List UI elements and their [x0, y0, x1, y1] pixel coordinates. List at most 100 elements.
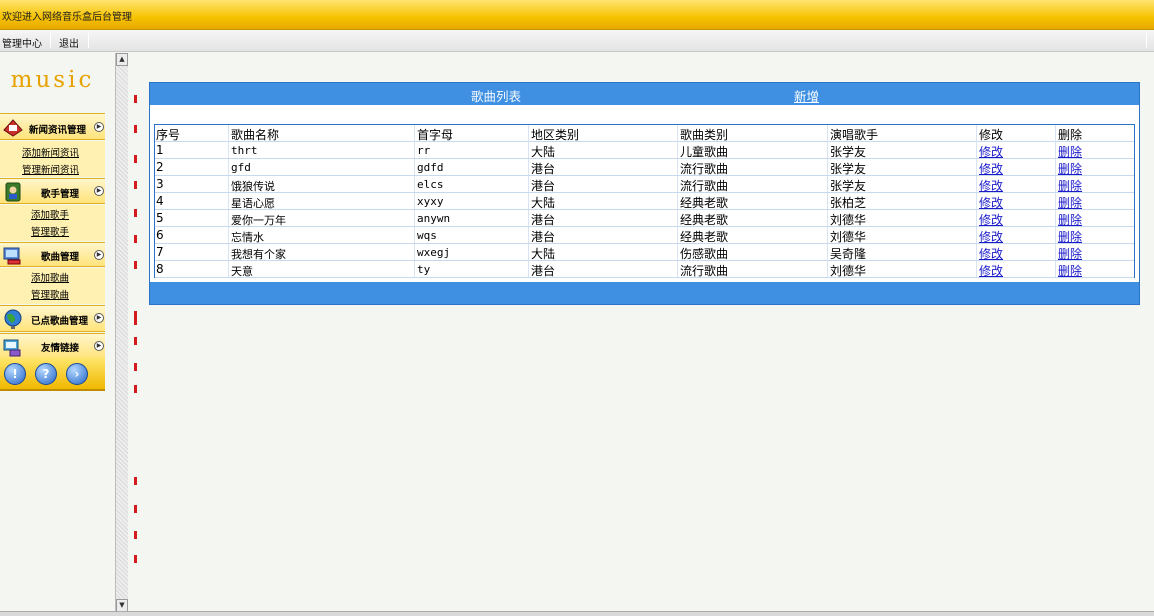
sidebar-link-add-song[interactable]: 添加歌曲	[31, 270, 69, 284]
menu-admin-center[interactable]: 管理中心	[2, 35, 42, 50]
sidebar-link-manage-news[interactable]: 管理新闻资讯	[22, 162, 79, 176]
menu-separator	[88, 33, 89, 48]
sidebar-section-songs[interactable]: 歌曲管理 ▶	[0, 242, 105, 267]
cell-initials: anywn	[417, 212, 451, 225]
song-icon	[3, 247, 21, 265]
menu-logout[interactable]: 退出	[59, 35, 79, 50]
chevron-right-icon[interactable]: ▶	[94, 313, 104, 323]
forward-icon[interactable]: ›	[66, 363, 88, 385]
decoration-mark	[134, 363, 137, 371]
cell-id: 4	[156, 194, 164, 208]
cell-initials: xyxy	[417, 195, 444, 208]
cell-id: 8	[156, 262, 164, 276]
cell-song-name: gfd	[231, 161, 251, 174]
table-header-row: 序号 歌曲名称 首字母 地区类别 歌曲类别 演唱歌手 修改 删除	[155, 125, 1134, 142]
cell-category: 儿童歌曲	[680, 145, 729, 159]
delete-link[interactable]: 删除	[1058, 194, 1082, 211]
delete-link[interactable]: 删除	[1058, 228, 1082, 245]
cell-initials: wqs	[417, 229, 437, 242]
cell-id: 7	[156, 245, 164, 259]
edit-link[interactable]: 修改	[979, 245, 1003, 262]
decoration-mark	[134, 209, 137, 217]
sidebar-section-news[interactable]: 新闻资讯管理 ▶	[0, 113, 105, 140]
decoration-mark	[134, 477, 137, 485]
sidebar-link-add-singer[interactable]: 添加歌手	[31, 207, 69, 221]
chevron-right-icon[interactable]: ▶	[94, 122, 104, 132]
frame-scrollbar[interactable]: ▲ ▼	[115, 53, 128, 612]
cell-region: 港台	[531, 213, 556, 227]
table-row: 5 爱你一万年 anywn 港台 经典老歌 刘德华 修改 删除	[155, 210, 1134, 227]
cell-song-name: 忘情水	[231, 231, 264, 244]
cell-category: 流行歌曲	[680, 264, 729, 278]
cell-category: 经典老歌	[680, 196, 729, 210]
column-header: 演唱歌手	[830, 128, 879, 142]
chevron-right-icon[interactable]: ▶	[94, 341, 104, 351]
cell-region: 大陆	[531, 247, 556, 261]
add-song-link[interactable]: 新增	[794, 86, 819, 105]
info-icon[interactable]: !	[4, 363, 26, 385]
help-icon[interactable]: ?	[35, 363, 57, 385]
edit-link[interactable]: 修改	[979, 211, 1003, 228]
cell-song-name: 爱你一万年	[231, 214, 286, 227]
decoration-mark	[134, 505, 137, 513]
decoration-mark	[134, 125, 137, 133]
cell-category: 经典老歌	[680, 213, 729, 227]
delete-link[interactable]: 删除	[1058, 211, 1082, 228]
cell-id: 3	[156, 177, 164, 191]
delete-link[interactable]: 删除	[1058, 262, 1082, 279]
decoration-mark	[134, 181, 137, 189]
delete-link[interactable]: 删除	[1058, 245, 1082, 262]
edit-link[interactable]: 修改	[979, 143, 1003, 160]
sidebar-link-add-news[interactable]: 添加新闻资讯	[22, 145, 79, 159]
cell-song-name: thrt	[231, 144, 258, 157]
sidebar-section-requested[interactable]: 已点歌曲管理 ▶	[0, 305, 105, 332]
cell-category: 流行歌曲	[680, 179, 729, 193]
table-row: 1 thrt rr 大陆 儿童歌曲 张学友 修改 删除	[155, 142, 1134, 159]
sidebar-link-manage-song[interactable]: 管理歌曲	[31, 287, 69, 301]
sidebar-section-links[interactable]: 友情链接 ▶	[0, 333, 105, 359]
edit-link[interactable]: 修改	[979, 177, 1003, 194]
sidebar-section-label: 歌手管理	[41, 189, 80, 200]
edit-link[interactable]: 修改	[979, 228, 1003, 245]
scroll-up-icon[interactable]: ▲	[116, 53, 128, 66]
sidebar-section-singers[interactable]: 歌手管理 ▶	[0, 178, 105, 204]
column-header: 删除	[1058, 128, 1083, 142]
delete-link[interactable]: 删除	[1058, 177, 1082, 194]
edit-link[interactable]: 修改	[979, 160, 1003, 177]
sidebar-section-label: 已点歌曲管理	[31, 316, 89, 327]
edit-link[interactable]: 修改	[979, 194, 1003, 211]
cell-initials: rr	[417, 144, 431, 157]
song-table: 序号 歌曲名称 首字母 地区类别 歌曲类别 演唱歌手 修改 删除 1 thrt rr 大陆 儿童歌曲张…	[154, 124, 1135, 278]
cell-id: 2	[156, 160, 164, 174]
cell-singer: 刘德华	[830, 213, 867, 227]
sidebar-section-label: 友情链接	[41, 343, 80, 354]
status-bar	[0, 611, 1154, 616]
delete-link[interactable]: 删除	[1058, 143, 1082, 160]
frame-decoration	[134, 85, 142, 615]
cell-region: 港台	[531, 179, 556, 193]
sidebar-song-links: 添加歌曲 管理歌曲	[0, 268, 105, 304]
column-header: 修改	[979, 128, 1004, 142]
sidebar: music 新闻资讯管理 ▶ 添加新闻资讯 管理新闻资讯 歌手管理 ▶ 添加歌手…	[0, 53, 105, 616]
delete-link[interactable]: 删除	[1058, 160, 1082, 177]
decoration-mark	[134, 235, 137, 243]
chevron-right-icon[interactable]: ▶	[94, 250, 104, 260]
cell-singer: 张学友	[830, 145, 867, 159]
table-row: 8 天意 ty 港台 流行歌曲 刘德华 修改 删除	[155, 261, 1134, 278]
decoration-mark	[134, 555, 137, 563]
decoration-mark	[134, 337, 137, 345]
table-row: 2 gfd gdfd 港台 流行歌曲 张学友 修改 删除	[155, 159, 1134, 176]
sidebar-link-manage-singer[interactable]: 管理歌手	[31, 224, 69, 238]
cell-category: 流行歌曲	[680, 162, 729, 176]
cell-singer: 张学友	[830, 179, 867, 193]
cell-singer: 张柏芝	[830, 196, 867, 210]
chevron-right-icon[interactable]: ▶	[94, 186, 104, 196]
sidebar-icon-bar: ! ? ›	[0, 358, 105, 391]
edit-link[interactable]: 修改	[979, 262, 1003, 279]
panel-footer	[150, 282, 1139, 304]
decoration-mark	[134, 261, 137, 269]
cell-singer: 张学友	[830, 162, 867, 176]
app-title: 欢迎进入网络音乐盒后台管理	[2, 12, 132, 23]
menu-separator	[1146, 33, 1147, 48]
cell-singer: 刘德华	[830, 264, 867, 278]
